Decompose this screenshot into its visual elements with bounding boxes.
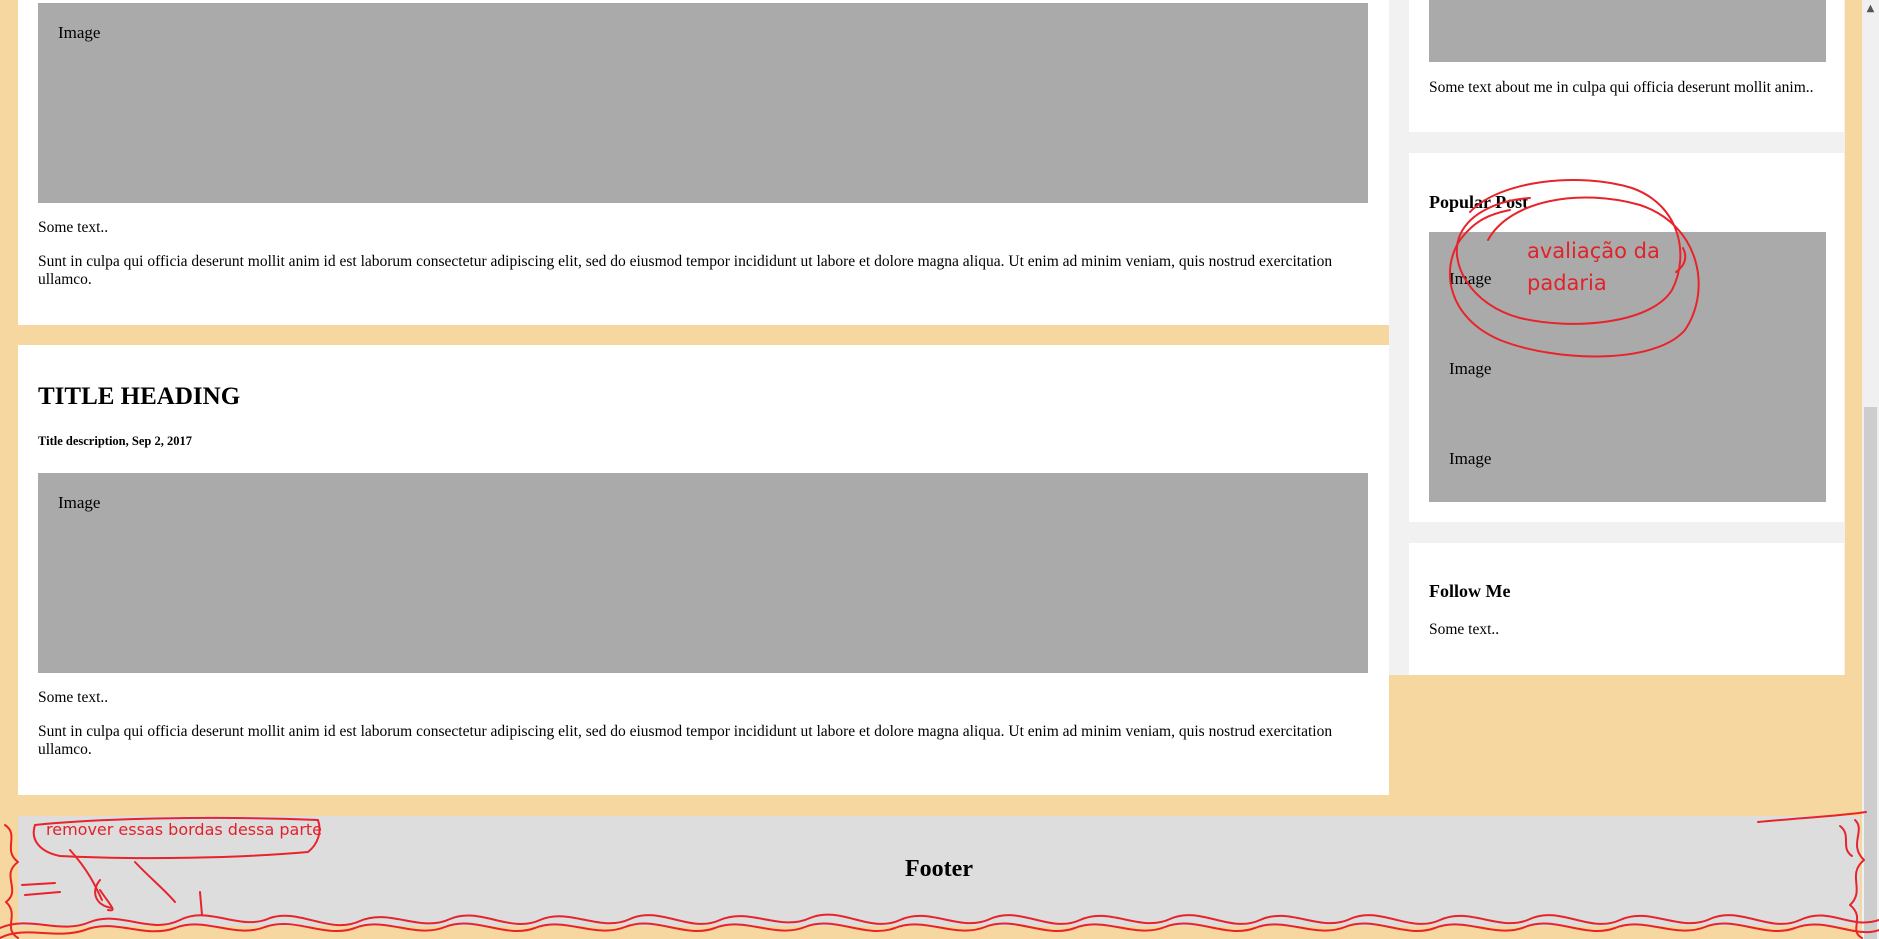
annotation-scribbles (0, 179, 1879, 939)
annotation-text: padaria (1527, 271, 1607, 295)
annotation-text: avaliação da (1527, 239, 1660, 263)
footer-border-note: remover essas bordas dessa parte (46, 820, 323, 839)
bakery-review-note: avaliação da padaria (1527, 235, 1660, 299)
